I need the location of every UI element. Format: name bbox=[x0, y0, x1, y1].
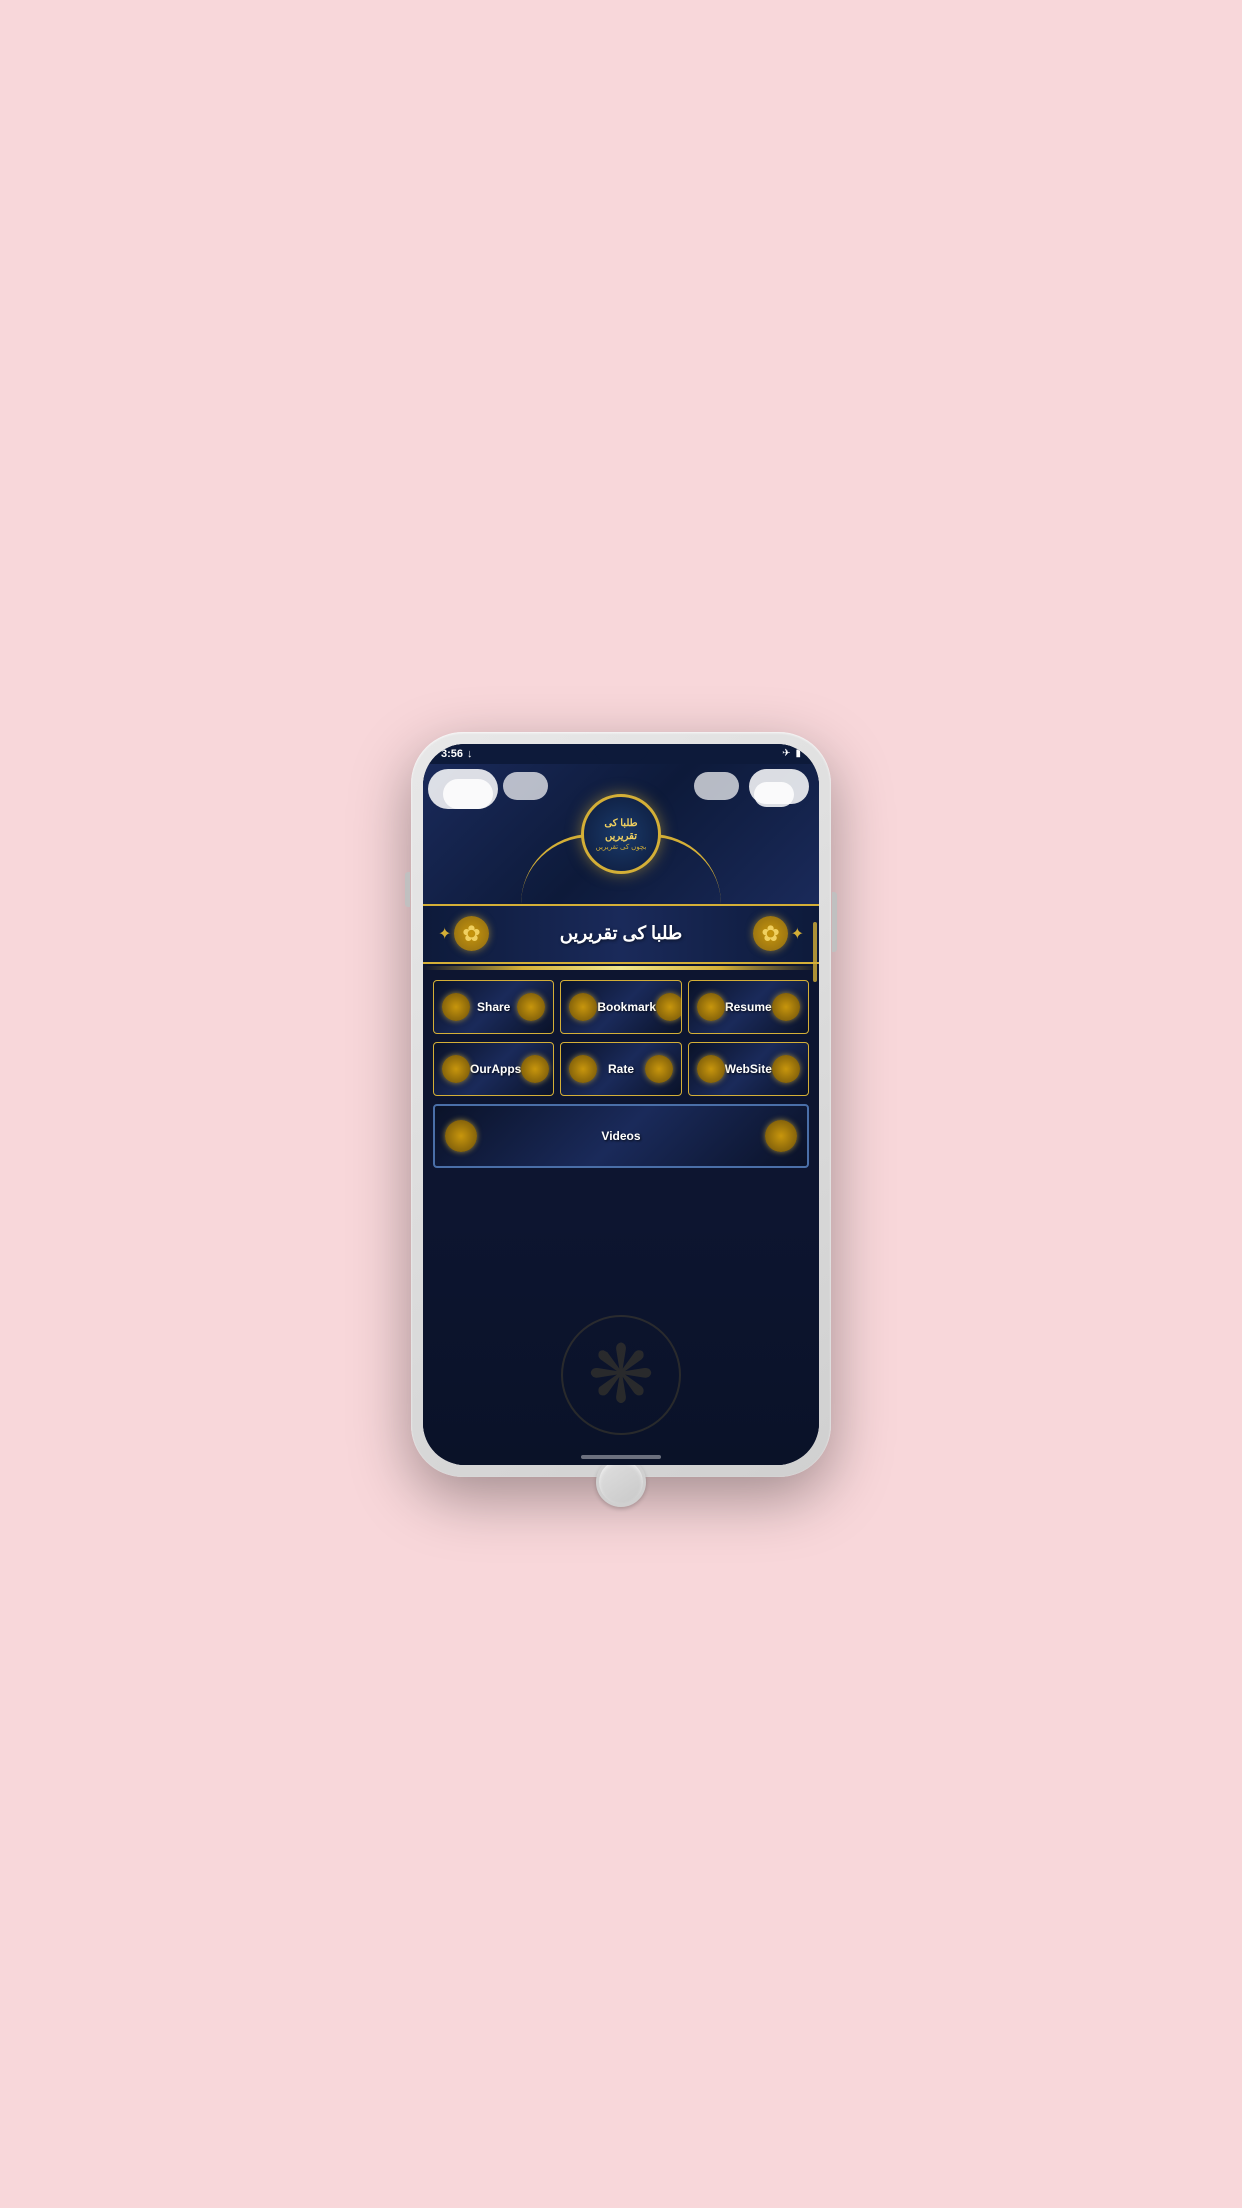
buttons-row-1: Share Bookmark Resume bbox=[433, 980, 809, 1034]
emblem-text: طلبا کی تقریریں bbox=[604, 817, 637, 843]
website-label: WebSite bbox=[725, 1062, 772, 1076]
buttons-row-3: Videos bbox=[433, 1104, 809, 1168]
center-emblem: طلبا کی تقریریں بچوں کی تقریریں bbox=[581, 794, 661, 874]
status-time: 3:56 ↓ bbox=[441, 748, 473, 760]
status-icons: ✈ ▮ bbox=[782, 748, 801, 759]
divider-top bbox=[423, 966, 819, 970]
scroll-indicator bbox=[813, 922, 817, 982]
website-button[interactable]: WebSite bbox=[688, 1042, 809, 1096]
cloud-6 bbox=[694, 772, 739, 800]
bookmark-label: Bookmark bbox=[597, 1000, 656, 1014]
cloud-4 bbox=[754, 782, 794, 807]
airplane-icon: ✈ bbox=[782, 748, 790, 759]
rate-label: Rate bbox=[597, 1062, 644, 1076]
left-ornament bbox=[451, 914, 491, 954]
home-indicator bbox=[581, 1455, 661, 1459]
videos-label: Videos bbox=[477, 1129, 765, 1143]
buttons-row-2: OurApps Rate WebSite bbox=[433, 1042, 809, 1096]
bookmark-button[interactable]: Bookmark bbox=[560, 980, 681, 1034]
videos-right-ornament bbox=[765, 1120, 797, 1152]
resume-label: Resume bbox=[725, 1000, 772, 1014]
share-label: Share bbox=[470, 1000, 517, 1014]
mandala-inner bbox=[561, 1315, 681, 1435]
emblem-circle: طلبا کی تقریریں بچوں کی تقریریں bbox=[581, 794, 661, 874]
share-button[interactable]: Share bbox=[433, 980, 554, 1034]
right-ornament bbox=[751, 914, 791, 954]
emblem-subtitle: بچوں کی تقریریں bbox=[596, 843, 647, 851]
ourapps-label: OurApps bbox=[470, 1062, 521, 1076]
buttons-section: Share Bookmark Resume OurApps Rate bbox=[423, 972, 819, 1217]
ourapps-button[interactable]: OurApps bbox=[433, 1042, 554, 1096]
download-icon: ↓ bbox=[467, 748, 473, 760]
notch bbox=[594, 744, 649, 762]
title-bar: طلبا کی تقریریں bbox=[423, 904, 819, 964]
videos-button[interactable]: Videos bbox=[433, 1104, 809, 1168]
bottom-area bbox=[423, 1216, 819, 1465]
videos-left-ornament bbox=[445, 1120, 477, 1152]
phone-screen: 3:56 ↓ ✈ ▮ bbox=[423, 744, 819, 1465]
time-display: 3:56 bbox=[441, 748, 463, 760]
status-bar: 3:56 ↓ ✈ ▮ bbox=[423, 744, 819, 764]
header-banner: طلبا کی تقریریں بچوں کی تقریریں bbox=[423, 764, 819, 904]
app-content: 3:56 ↓ ✈ ▮ bbox=[423, 744, 819, 1465]
resume-button[interactable]: Resume bbox=[688, 980, 809, 1034]
battery-icon: ▮ bbox=[795, 748, 801, 759]
cloud-5 bbox=[503, 772, 548, 800]
rate-button[interactable]: Rate bbox=[560, 1042, 681, 1096]
app-title: طلبا کی تقریریں bbox=[491, 923, 750, 944]
right-ornament-flower bbox=[753, 916, 788, 951]
emblem-line1: طلبا کی bbox=[604, 817, 637, 830]
mandala-decoration bbox=[561, 1315, 681, 1435]
cloud-2 bbox=[443, 779, 493, 809]
left-ornament-flower bbox=[454, 916, 489, 951]
phone-frame: 3:56 ↓ ✈ ▮ bbox=[411, 732, 831, 1477]
emblem-line2: تقریریں bbox=[604, 830, 637, 843]
